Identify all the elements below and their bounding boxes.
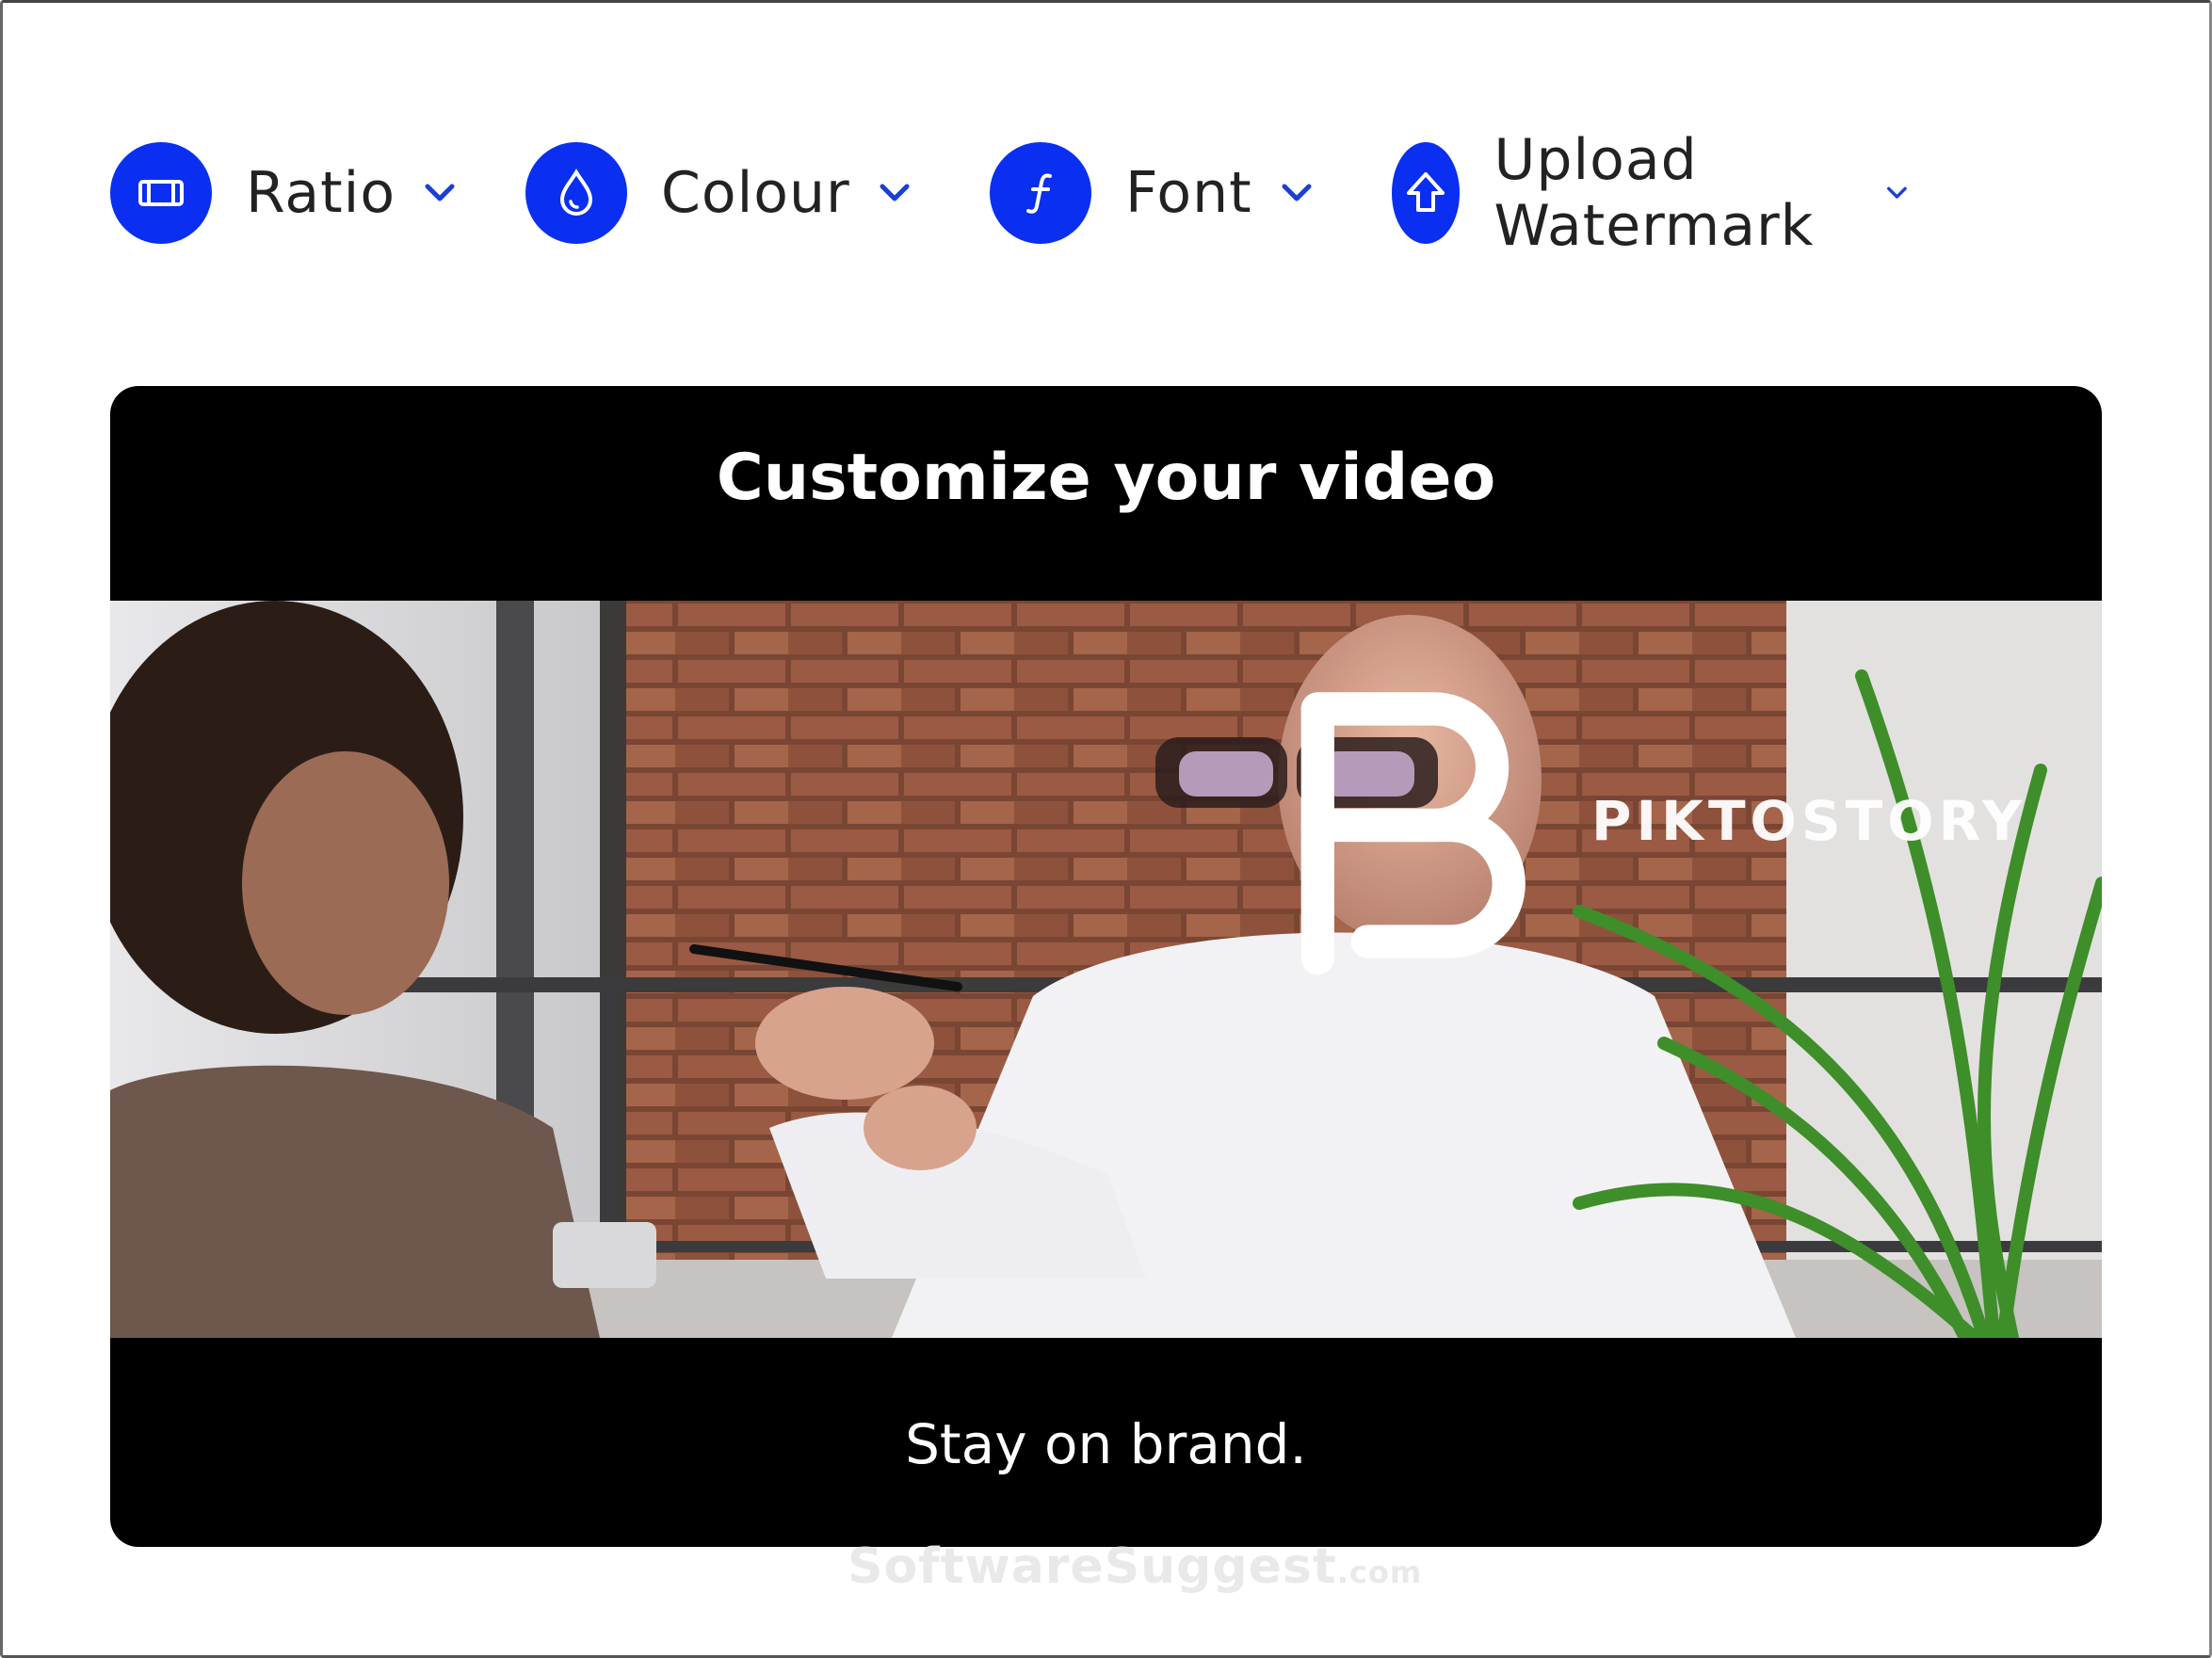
card-title: Customize your video bbox=[716, 441, 1496, 515]
site-watermark-suffix: .com bbox=[1336, 1554, 1423, 1590]
ratio-icon bbox=[110, 142, 212, 244]
video-preview-card: Customize your video PIKTOSTORY Stay on … bbox=[110, 386, 2102, 1547]
droplet-icon bbox=[525, 142, 627, 244]
chevron-down-icon bbox=[1282, 184, 1312, 201]
upload-watermark-label: Upload Watermark bbox=[1494, 127, 1815, 259]
card-caption: Stay on brand. bbox=[905, 1412, 1307, 1476]
font-dropdown[interactable]: Font bbox=[990, 141, 1313, 245]
ratio-label: Ratio bbox=[246, 160, 396, 226]
chevron-down-icon bbox=[880, 184, 910, 201]
upload-arrow-icon bbox=[1392, 142, 1461, 244]
site-watermark-name: SoftwareSuggest bbox=[848, 1538, 1337, 1595]
site-watermark: SoftwareSuggest.com bbox=[848, 1538, 1422, 1595]
colour-label: Colour bbox=[661, 160, 850, 226]
colour-dropdown[interactable]: Colour bbox=[525, 141, 911, 245]
piktostory-logo-icon bbox=[1300, 692, 1526, 975]
font-icon bbox=[990, 142, 1091, 244]
video-frame[interactable]: PIKTOSTORY bbox=[110, 601, 2102, 1338]
font-label: Font bbox=[1125, 160, 1252, 226]
brand-watermark-text: PIKTOSTORY bbox=[1590, 789, 2026, 854]
chevron-down-icon bbox=[425, 184, 455, 201]
chevron-down-icon bbox=[1887, 186, 1907, 199]
brand-watermark: PIKTOSTORY bbox=[1284, 659, 2026, 983]
ratio-dropdown[interactable]: Ratio bbox=[110, 141, 456, 245]
upload-watermark-dropdown[interactable]: Upload Watermark bbox=[1392, 127, 1908, 259]
